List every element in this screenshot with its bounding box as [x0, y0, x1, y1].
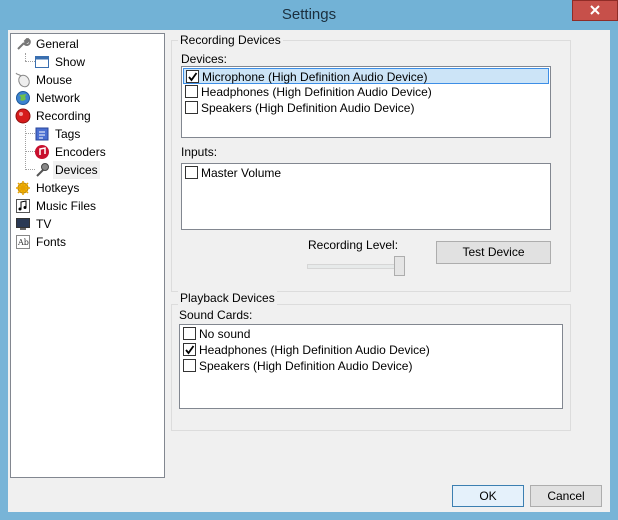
- font-icon: Ab: [16, 235, 30, 249]
- ok-button[interactable]: OK: [452, 485, 524, 507]
- checkbox[interactable]: [185, 101, 198, 114]
- list-item[interactable]: Speakers (High Definition Audio Device): [181, 358, 561, 374]
- checkbox[interactable]: [183, 327, 196, 340]
- tree-label: Hotkeys: [36, 181, 80, 195]
- globe-icon: [16, 91, 30, 105]
- inputs-label: Inputs:: [181, 145, 218, 159]
- sound-cards-label: Sound Cards:: [179, 308, 253, 322]
- tree-label: General: [36, 37, 79, 51]
- tree-label: Fonts: [36, 235, 67, 249]
- tree-label: Recording: [36, 109, 91, 123]
- window-title: Settings: [281, 6, 337, 23]
- checkbox[interactable]: [183, 343, 196, 356]
- device-label: Microphone (High Definition Audio Device…: [202, 70, 428, 84]
- checkbox[interactable]: [185, 166, 198, 179]
- tree-label: Network: [36, 91, 81, 105]
- settings-tree[interactable]: General Show Mouse Network Recording Tag…: [10, 33, 165, 478]
- svg-text:Ab: Ab: [17, 238, 29, 247]
- devices-label: Devices:: [181, 52, 228, 66]
- list-item[interactable]: No sound: [181, 326, 561, 342]
- tag-icon: [35, 127, 49, 141]
- tree-label: TV: [36, 217, 52, 231]
- list-item[interactable]: Microphone (High Definition Audio Device…: [183, 68, 549, 84]
- recording-level-slider[interactable]: [394, 256, 405, 276]
- dialog-body: General Show Mouse Network Recording Tag…: [8, 30, 610, 512]
- tree-label: Show: [55, 55, 86, 69]
- record-icon: [15, 108, 31, 124]
- encoder-icon: [35, 145, 49, 159]
- checkbox[interactable]: [185, 85, 198, 98]
- hotkeys-icon: [16, 181, 30, 195]
- recording-devices-list[interactable]: Microphone (High Definition Audio Device…: [181, 66, 551, 138]
- sound-cards-list[interactable]: No sound Headphones (High Definition Aud…: [179, 324, 563, 409]
- list-item[interactable]: Headphones (High Definition Audio Device…: [183, 84, 549, 100]
- cancel-button[interactable]: Cancel: [530, 485, 602, 507]
- mouse-icon: [15, 72, 30, 88]
- checkbox[interactable]: [183, 359, 196, 372]
- window-icon: [35, 56, 49, 68]
- card-label: Headphones (High Definition Audio Device…: [199, 343, 430, 357]
- title-bar[interactable]: Settings: [0, 0, 618, 30]
- playback-devices-title: Playback Devices: [178, 291, 277, 305]
- list-item[interactable]: Headphones (High Definition Audio Device…: [181, 342, 561, 358]
- tv-icon: [16, 218, 30, 230]
- checkbox[interactable]: [186, 70, 199, 83]
- device-label: Speakers (High Definition Audio Device): [201, 101, 415, 115]
- list-item[interactable]: Speakers (High Definition Audio Device): [183, 100, 549, 116]
- settings-window: Settings General Show Mouse Network Reco…: [0, 0, 618, 520]
- tree-label: Tags: [55, 127, 81, 141]
- test-device-button[interactable]: Test Device: [436, 241, 551, 264]
- tree-label: Devices: [53, 161, 100, 179]
- checkmark-icon: [188, 72, 198, 82]
- list-item[interactable]: Master Volume: [183, 165, 549, 181]
- recording-level-track: [307, 264, 405, 269]
- card-label: Speakers (High Definition Audio Device): [199, 359, 413, 373]
- recording-devices-title: Recording Devices: [178, 33, 283, 47]
- tree-label: Mouse: [36, 73, 73, 87]
- device-label: Headphones (High Definition Audio Device…: [201, 85, 432, 99]
- checkmark-icon: [185, 345, 195, 355]
- microphone-icon: [36, 163, 49, 177]
- tree-label: Encoders: [55, 145, 106, 159]
- inputs-list[interactable]: Master Volume: [181, 163, 551, 230]
- wrench-icon: [17, 37, 31, 50]
- music-note-icon: [16, 199, 30, 213]
- close-icon: [590, 5, 600, 15]
- close-button[interactable]: [572, 0, 618, 21]
- tree-label: Music Files: [36, 199, 97, 213]
- card-label: No sound: [199, 327, 251, 341]
- recording-level-label: Recording Level:: [308, 238, 399, 252]
- input-label: Master Volume: [201, 166, 282, 180]
